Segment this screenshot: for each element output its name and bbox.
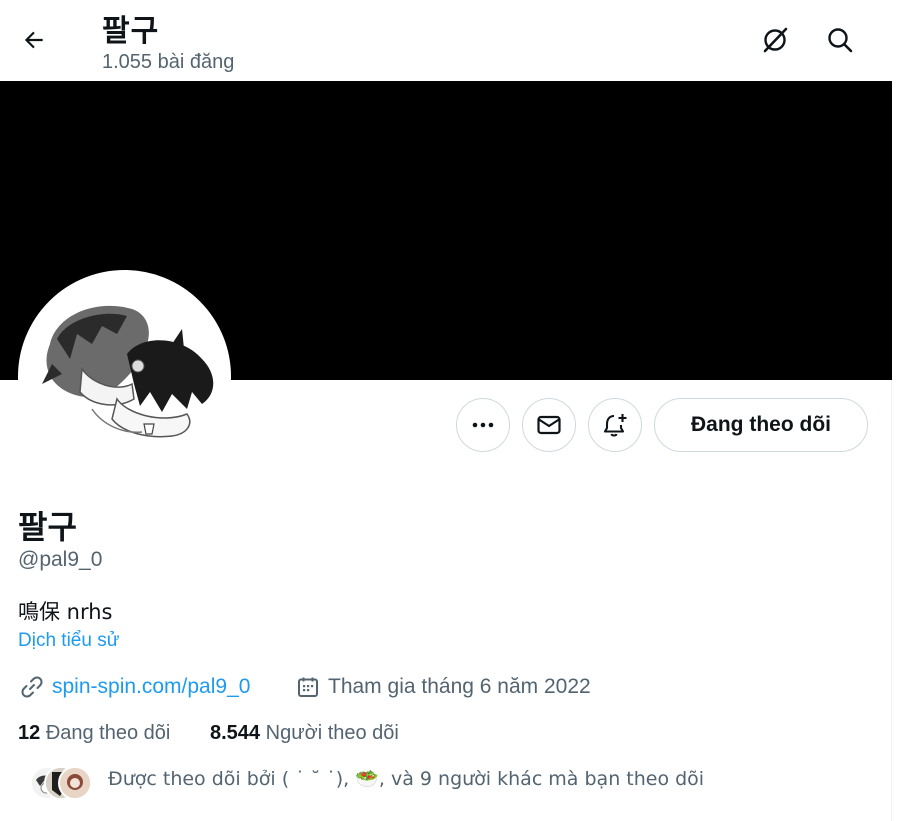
profile-handle: @pal9_0: [18, 548, 103, 571]
following-label: Đang theo dõi: [45, 722, 171, 744]
followers-label: Người theo dõi: [265, 722, 399, 744]
top-bar: 팔구 1.055 bài đăng: [0, 0, 892, 81]
following-count: 12: [18, 722, 41, 744]
more-icon: [472, 422, 494, 428]
bell-plus-icon: [603, 414, 627, 437]
notifications-button[interactable]: [588, 398, 642, 452]
profile-column: 팔구 1.055 bài đăng Đang theo dõi 팔구 @pal9…: [0, 0, 892, 821]
message-button[interactable]: [522, 398, 576, 452]
mail-icon: [537, 415, 561, 435]
link-icon: [20, 675, 44, 699]
post-count: 1.055 bài đăng: [102, 51, 235, 73]
profile-name: 팔구: [18, 508, 77, 546]
back-arrow-icon: [24, 31, 43, 49]
grok-icon: [763, 27, 788, 53]
website-item[interactable]: spin-spin.com/pal9_0: [20, 674, 250, 700]
calendar-icon: [296, 675, 320, 699]
search-icon: [828, 28, 853, 53]
followed-by-text[interactable]: Được theo dõi bởi ( ˙ ˘ ˙), 🥗, và 9 ngườ…: [108, 767, 704, 790]
following-stat[interactable]: 12 Đang theo dõi: [18, 722, 170, 745]
translate-bio-link[interactable]: Dịch tiểu sử: [18, 630, 119, 652]
profile-avatar[interactable]: [18, 270, 231, 483]
followers-stat[interactable]: 8.544 Người theo dõi: [210, 722, 399, 745]
join-date: Tham gia tháng 6 năm 2022: [328, 675, 591, 698]
website-link[interactable]: spin-spin.com/pal9_0: [52, 675, 250, 699]
more-button[interactable]: [456, 398, 510, 452]
followers-count: 8.544: [210, 722, 261, 744]
grok-button[interactable]: [755, 20, 795, 60]
profile-bio: 鳴保 nrhs: [18, 600, 113, 624]
following-button[interactable]: Đang theo dõi: [654, 398, 868, 452]
avatar-illustration: [22, 274, 227, 479]
search-button[interactable]: [820, 20, 860, 60]
avatar: [58, 766, 92, 800]
header-title: 팔구: [102, 14, 160, 49]
back-button[interactable]: [14, 20, 54, 60]
join-date-item: Tham gia tháng 6 năm 2022: [296, 674, 591, 700]
